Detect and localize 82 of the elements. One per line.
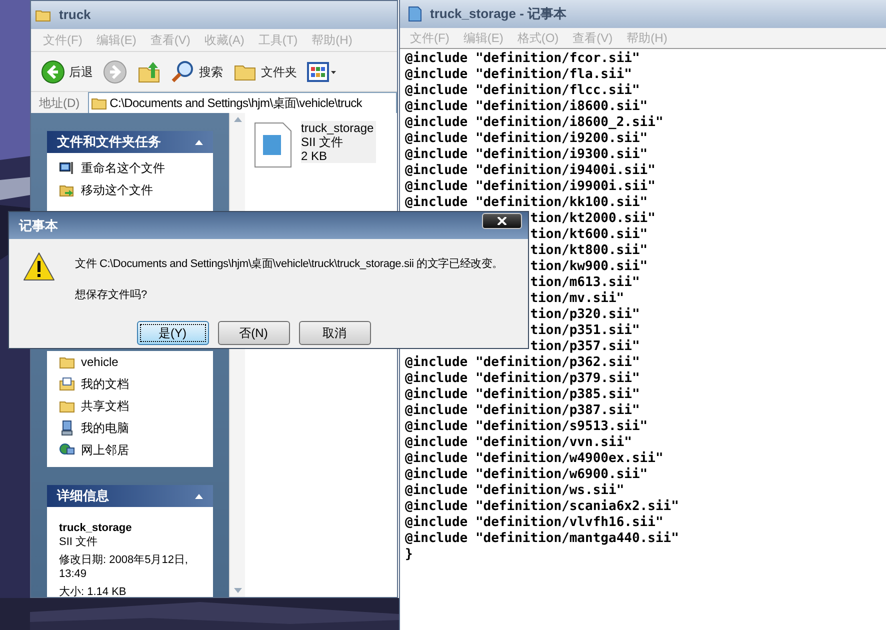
code-line: tion/kt800.sii" xyxy=(530,243,648,259)
code-line: @include "definition/i8600.sii" xyxy=(405,99,648,115)
code-line: @include "definition/i9900i.sii" xyxy=(405,179,656,195)
code-line: @include "definition/fla.sii" xyxy=(405,67,632,83)
code-line: @include "definition/w6900.sii" xyxy=(405,467,648,483)
place-link[interactable]: 网上邻居 xyxy=(59,441,201,459)
dialog-message: 文件 C:\Documents and Settings\hjm\桌面\vehicle\truck\truck_storage.sii 的文字已经改变。 xyxy=(75,256,503,272)
views-icon xyxy=(307,60,337,84)
task-link[interactable]: 重命名这个文件 xyxy=(59,159,201,177)
code-line: tion/m613.sii" xyxy=(530,275,640,291)
window-title: truck_storage - 记事本 xyxy=(430,5,567,24)
dialog-button[interactable]: 是(Y) xyxy=(136,321,208,345)
scroll-down-icon xyxy=(234,588,242,593)
code-line: @include "definition/s9513.sii" xyxy=(405,419,648,435)
code-line: tion/kt2000.sii" xyxy=(530,211,656,227)
code-line: @include "definition/p362.sii" xyxy=(405,355,640,371)
task-link[interactable]: 移动这个文件 xyxy=(59,181,201,199)
dialog-question: 想保存文件吗? xyxy=(75,288,148,302)
code-line: @include "definition/fcor.sii" xyxy=(405,51,640,67)
code-line: tion/kt600.sii" xyxy=(530,227,648,243)
code-line: @include "definition/vlvfh16.sii" xyxy=(405,515,664,531)
scroll-up-icon xyxy=(234,117,242,122)
code-line: @include "definition/w4900ex.sii" xyxy=(405,451,664,467)
panel-header[interactable]: 详细信息 xyxy=(47,485,213,507)
panel-header[interactable]: 文件和文件夹任务 xyxy=(47,131,213,153)
code-line: tion/mv.sii" xyxy=(530,291,624,307)
window-title: truck xyxy=(59,6,91,24)
file-name: truck_storage xyxy=(59,521,133,535)
code-line: } xyxy=(405,547,413,563)
code-line: @include "definition/mantga440.sii" xyxy=(405,531,679,547)
code-line: @include "definition/i8600_2.sii" xyxy=(405,115,664,131)
code-line: tion/p351.sii" xyxy=(530,323,640,339)
computer-icon xyxy=(59,420,75,436)
code-line: tion/p357.sii" xyxy=(530,339,640,355)
notepad-icon xyxy=(408,6,422,22)
panel-title: 详细信息 xyxy=(57,487,109,506)
code-line: @include "definition/flcc.sii" xyxy=(405,83,640,99)
code-line: @include "definition/scania6x2.sii" xyxy=(405,499,679,515)
documents-folder-icon xyxy=(59,376,75,392)
address-field[interactable]: C:\Documents and Settings\hjm\桌面\vehicle\truck xyxy=(88,92,397,114)
folders-button[interactable]: 文件夹 xyxy=(233,60,297,84)
collapse-icon xyxy=(195,140,203,144)
back-button[interactable]: 后退 xyxy=(41,60,93,84)
views-button[interactable] xyxy=(307,60,337,84)
place-link[interactable]: vehicle xyxy=(59,353,201,371)
code-line: @include "definition/i9300.sii" xyxy=(405,147,648,163)
monitor-icon xyxy=(59,160,75,176)
collapse-icon xyxy=(195,494,203,498)
code-line: tion/p320.sii" xyxy=(530,307,640,323)
search-icon xyxy=(171,60,195,84)
place-link[interactable]: 共享文档 xyxy=(59,397,201,415)
close-icon xyxy=(497,216,507,224)
dialog-button[interactable]: 取消 xyxy=(298,321,370,345)
code-line: @include "definition/vvn.sii" xyxy=(405,435,632,451)
file-size: 大小: 1.14 KB xyxy=(59,585,128,597)
code-line: @include "definition/i9200.sii" xyxy=(405,131,648,147)
forward-button[interactable] xyxy=(103,60,127,84)
code-line: tion/kw900.sii" xyxy=(530,259,648,275)
file-name: truck_storage xyxy=(301,121,374,135)
file-item[interactable]: truck_storage SII 文件 2 KB xyxy=(253,121,389,169)
panel-title: 文件和文件夹任务 xyxy=(57,133,161,152)
dialog-button[interactable]: 否(N) xyxy=(218,321,290,345)
code-line: @include "definition/ws.sii" xyxy=(405,483,624,499)
address-label: 地址(D) xyxy=(38,94,81,112)
code-line: @include "definition/p387.sii" xyxy=(405,403,640,419)
code-line: @include "definition/p379.sii" xyxy=(405,371,640,387)
close-button[interactable] xyxy=(482,212,522,228)
place-link[interactable]: 我的电脑 xyxy=(59,419,201,437)
place-link[interactable]: 我的文档 xyxy=(59,375,201,393)
file-size: 2 KB xyxy=(301,149,328,163)
code-line: @include "definition/i9400i.sii" xyxy=(405,163,656,179)
modified-date: 修改日期: 2008年5月12日, 13:49 xyxy=(59,553,189,581)
search-button[interactable]: 搜索 xyxy=(171,60,223,84)
code-line: @include "definition/kk100.sii" xyxy=(405,195,648,211)
folder-up-icon xyxy=(137,60,161,84)
up-button[interactable] xyxy=(137,60,161,84)
warning-icon xyxy=(23,251,55,283)
file-icon xyxy=(253,121,293,169)
file-type: SII 文件 xyxy=(59,535,99,549)
file-type: SII 文件 xyxy=(301,135,344,149)
code-line: @include "definition/p385.sii" xyxy=(405,387,640,403)
dialog-title: 记事本 xyxy=(19,216,58,235)
